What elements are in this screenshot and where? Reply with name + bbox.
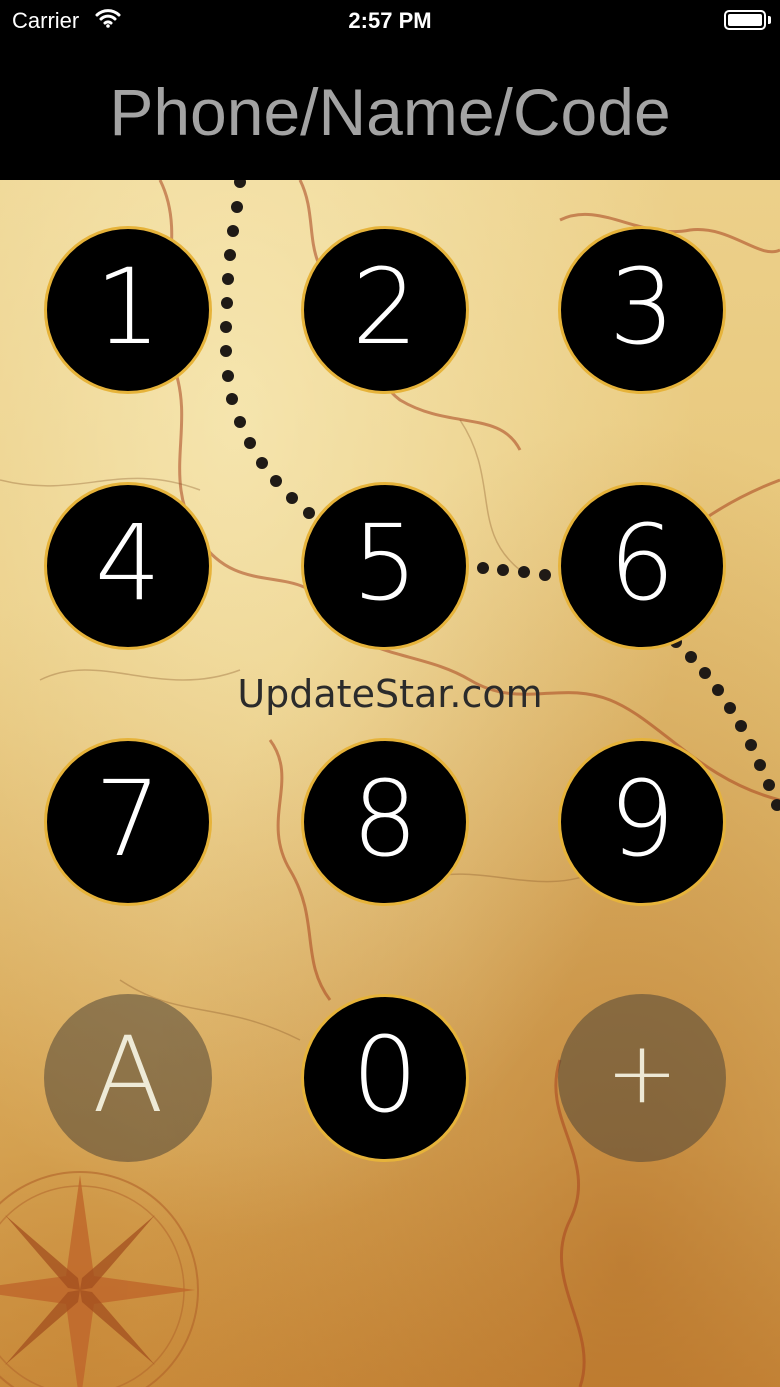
key-label: 9 bbox=[608, 758, 676, 880]
header-bar: Phone/Name/Code bbox=[0, 40, 780, 180]
key-label: 4 bbox=[94, 502, 162, 624]
key-label: 5 bbox=[351, 502, 419, 624]
key-label: 7 bbox=[94, 758, 162, 880]
key-label: A bbox=[92, 1014, 164, 1136]
key-1[interactable]: 1 bbox=[44, 226, 212, 394]
key-label: 8 bbox=[351, 758, 419, 880]
key-label: 0 bbox=[351, 1014, 419, 1136]
battery-tip bbox=[768, 16, 771, 24]
key-label: + bbox=[605, 1023, 679, 1123]
key-a[interactable]: A bbox=[44, 994, 212, 1162]
key-0[interactable]: 0 bbox=[301, 994, 469, 1162]
key-7[interactable]: 7 bbox=[44, 738, 212, 906]
key-3[interactable]: 3 bbox=[558, 226, 726, 394]
watermark-text: UpdateStar.com bbox=[237, 672, 543, 716]
battery-icon bbox=[724, 10, 766, 30]
key-6[interactable]: 6 bbox=[558, 482, 726, 650]
compass-rose-icon bbox=[0, 1171, 199, 1387]
key-4[interactable]: 4 bbox=[44, 482, 212, 650]
crack-5 bbox=[459, 419, 521, 571]
key-2[interactable]: 2 bbox=[301, 226, 469, 394]
key-label: 6 bbox=[608, 502, 676, 624]
map-background: UpdateStar.com 1 2 3 4 5 6 7 8 9 A 0 + bbox=[0, 180, 780, 1387]
key-label: 3 bbox=[608, 246, 676, 368]
key-plus[interactable]: + bbox=[558, 994, 726, 1162]
key-5[interactable]: 5 bbox=[301, 482, 469, 650]
key-9[interactable]: 9 bbox=[558, 738, 726, 906]
status-time: 2:57 PM bbox=[348, 8, 432, 33]
key-8[interactable]: 8 bbox=[301, 738, 469, 906]
key-label: 1 bbox=[94, 246, 162, 368]
entry-display[interactable]: Phone/Name/Code bbox=[0, 76, 780, 148]
status-bar: Carrier 2:57 PM bbox=[0, 0, 780, 40]
key-label: 2 bbox=[351, 246, 419, 368]
